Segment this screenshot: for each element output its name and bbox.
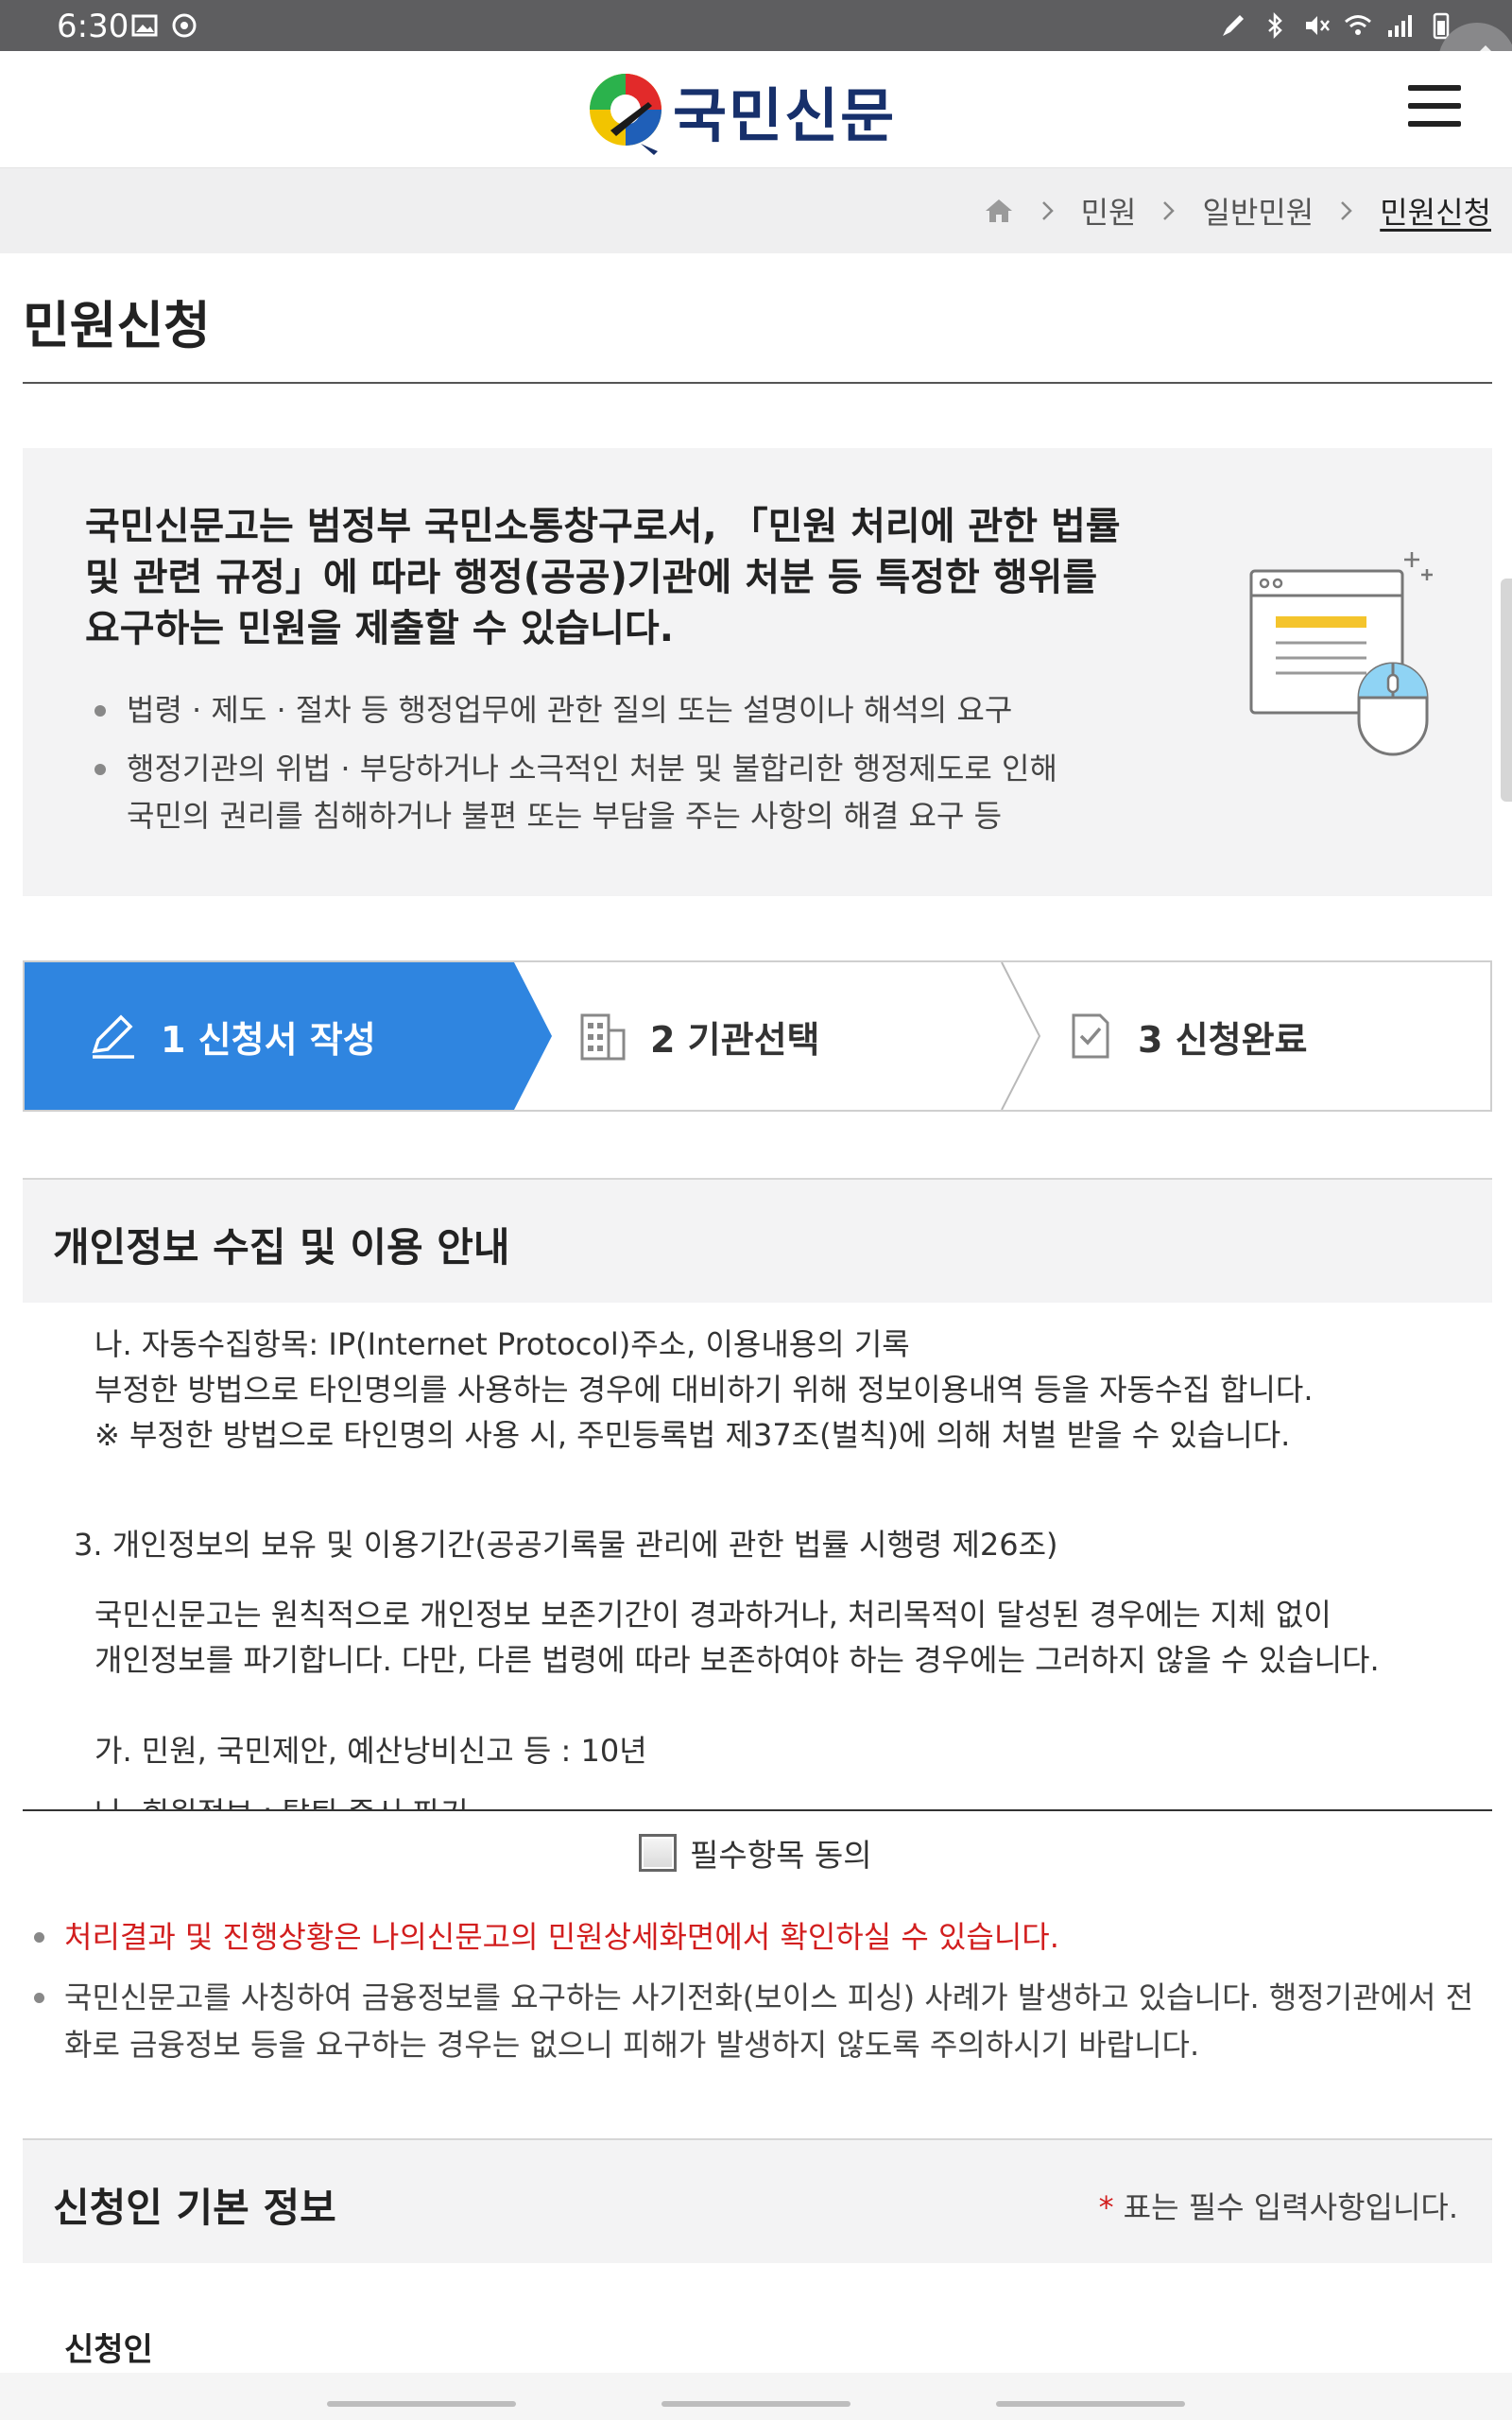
document-check-icon bbox=[1072, 1013, 1109, 1059]
menu-icon-bar bbox=[1408, 121, 1461, 127]
privacy-line: ※ 부정한 방법으로 타인명의 사용 시, 주민등록법 제37조(벌칙)에 의해… bbox=[94, 1417, 1291, 1453]
consent-label: 필수항목 동의 bbox=[690, 1837, 872, 1874]
notice-voice-phishing: 국민신문고를 사칭하여 금융정보를 요구하는 사기전화(보이스 피싱) 사례가 … bbox=[28, 1974, 1484, 2068]
applicant-label: 신청인 bbox=[64, 2331, 153, 2369]
privacy-notice-header: 개인정보 수집 및 이용 안내 bbox=[23, 1178, 1492, 1303]
pen-status-icon bbox=[1223, 15, 1244, 36]
privacy-line: 국민신문고는 원칙적으로 개인정보 보존기간이 경과하거나, 처리목적이 달성된… bbox=[94, 1597, 1332, 1633]
signal-icon bbox=[1388, 15, 1412, 37]
checkbox-box[interactable] bbox=[639, 1834, 677, 1872]
chevron-right-icon bbox=[1041, 201, 1054, 220]
required-note-text: 표는 필수 입력사항입니다. bbox=[1123, 2189, 1458, 2225]
site-logo[interactable]: 국민신문고 bbox=[582, 59, 932, 235]
nav-recent-handle[interactable] bbox=[327, 2401, 516, 2407]
intro-bullet: 법령 · 제도 · 절차 등 행정업무에 관한 질의 또는 설명이나 해석의 요… bbox=[91, 686, 1177, 734]
privacy-line: 부정한 방법으로 타인명의를 사용하는 경우에 대비하기 위해 정보이용내역 등… bbox=[94, 1372, 1314, 1408]
privacy-section-heading: 3. 개인정보의 보유 및 이용기간(공공기록물 관리에 관한 법률 시행령 제… bbox=[74, 1527, 1058, 1563]
browser-mouse-illustration-icon bbox=[1249, 552, 1433, 756]
notice-list: 처리결과 및 진행상황은 나의신문고의 민원상세화면에서 확인하실 수 있습니다… bbox=[28, 1913, 1484, 2082]
intro-heading: 국민신문고는 범정부 국민소통창구로서, 「민원 처리에 관한 법률 및 관련 … bbox=[85, 501, 1162, 654]
step-label: 3 신청완료 bbox=[1138, 1018, 1308, 1061]
intro-bullet-list: 법령 · 제도 · 절차 등 행정업무에 관한 질의 또는 설명이나 해석의 요… bbox=[91, 686, 1177, 851]
breadcrumb-item-complaint[interactable]: 민원 bbox=[1081, 189, 1137, 233]
breadcrumb-item-current[interactable]: 민원신청 bbox=[1380, 189, 1491, 233]
menu-icon-bar bbox=[1408, 103, 1461, 109]
privacy-notice-scrollbox[interactable]: 나. 자동수집항목: IP(Internet Protocol)주소, 이용내용… bbox=[23, 1303, 1492, 1811]
nav-home-handle[interactable] bbox=[662, 2401, 850, 2407]
menu-button[interactable] bbox=[1408, 78, 1461, 134]
intro-heading-line: 및 관련 규정」에 따라 행정(공공)기관에 처분 등 특정한 행위를 bbox=[85, 556, 1098, 599]
site-header: 국민신문고 bbox=[0, 51, 1512, 235]
step-write-application: 1 신청서 작성 bbox=[87, 962, 376, 1110]
privacy-line: 개인정보를 파기합니다. 다만, 다른 법령에 따라 보존하여야 하는 경우에는… bbox=[94, 1642, 1380, 1678]
wifi-icon bbox=[1345, 15, 1371, 35]
intro-bullet-line: 법령 · 제도 · 절차 등 행정업무에 관한 질의 또는 설명이나 해석의 요… bbox=[127, 692, 1013, 728]
required-field-note: * 표는 필수 입력사항입니다. bbox=[1099, 2184, 1458, 2227]
menu-icon-bar bbox=[1408, 85, 1461, 91]
status-bar: 6:30 bbox=[0, 0, 1512, 51]
privacy-notice-title: 개인정보 수집 및 이용 안내 bbox=[53, 1224, 510, 1270]
intro-bullet: 행정기관의 위법 · 부당하거나 소극적인 처분 및 불합리한 행정제도로 인해… bbox=[91, 745, 1177, 839]
applicant-info-title: 신청인 기본 정보 bbox=[53, 2185, 336, 2231]
progress-steps: 1 신청서 작성 2 기관선택 3 신청완료 bbox=[23, 960, 1492, 1112]
status-time: 6:30 bbox=[57, 8, 129, 45]
chevron-right-icon bbox=[1341, 201, 1353, 220]
breadcrumb: 민원 일반민원 민원신청 bbox=[0, 168, 1512, 253]
notice-result-check: 처리결과 및 진행상황은 나의신문고의 민원상세화면에서 확인하실 수 있습니다… bbox=[28, 1913, 1484, 1961]
privacy-line: 가. 민원, 국민제안, 예산낭비신고 등 : 10년 bbox=[94, 1733, 647, 1769]
intro-heading-line: 국민신문고는 범정부 국민소통창구로서, 「민원 처리에 관한 법률 bbox=[85, 505, 1121, 548]
mute-icon bbox=[1306, 16, 1330, 35]
applicant-info-header: 신청인 기본 정보 * 표는 필수 입력사항입니다. bbox=[23, 2138, 1492, 2263]
chevron-right-icon bbox=[1163, 201, 1176, 220]
building-icon bbox=[580, 1013, 626, 1061]
system-navigation-bar bbox=[0, 2373, 1512, 2420]
breadcrumb-item-general-complaint[interactable]: 일반민원 bbox=[1202, 189, 1314, 233]
gallery-notification-icon bbox=[131, 14, 158, 37]
privacy-line: 나. 회원정보 : 탈퇴 즉시 파기 bbox=[94, 1790, 469, 1809]
intro-bullet-line: 행정기관의 위법 · 부당하거나 소극적인 처분 및 불합리한 행정제도로 인해 bbox=[127, 751, 1057, 786]
intro-panel: 국민신문고는 범정부 국민소통창구로서, 「민원 처리에 관한 법률 및 관련 … bbox=[23, 448, 1492, 896]
privacy-line: 나. 자동수집항목: IP(Internet Protocol)주소, 이용내용… bbox=[94, 1326, 910, 1362]
bluetooth-icon bbox=[1268, 11, 1282, 40]
nav-back-handle[interactable] bbox=[996, 2401, 1185, 2407]
step-label: 2 기관선택 bbox=[650, 1018, 820, 1061]
required-consent-checkbox[interactable]: 필수항목 동의 bbox=[639, 1830, 872, 1876]
logo-emblem-icon bbox=[590, 74, 662, 155]
step-complete: 3 신청완료 bbox=[1064, 962, 1308, 1110]
home-icon[interactable] bbox=[983, 195, 1015, 227]
intro-bullet-line: 국민의 권리를 침해하거나 불편 또는 부담을 주는 사항의 해결 요구 등 bbox=[127, 798, 1003, 834]
step-label: 1 신청서 작성 bbox=[161, 1018, 376, 1061]
title-divider bbox=[23, 382, 1492, 384]
sync-notification-icon bbox=[172, 13, 197, 38]
edge-panel-handle[interactable] bbox=[1501, 579, 1512, 802]
page-title: 민원신청 bbox=[23, 296, 211, 355]
required-star: * bbox=[1098, 2189, 1114, 2225]
pencil-icon bbox=[92, 1014, 134, 1059]
intro-heading-line: 요구하는 민원을 제출할 수 있습니다. bbox=[85, 607, 674, 650]
step-select-agency: 2 기관선택 bbox=[576, 962, 820, 1110]
